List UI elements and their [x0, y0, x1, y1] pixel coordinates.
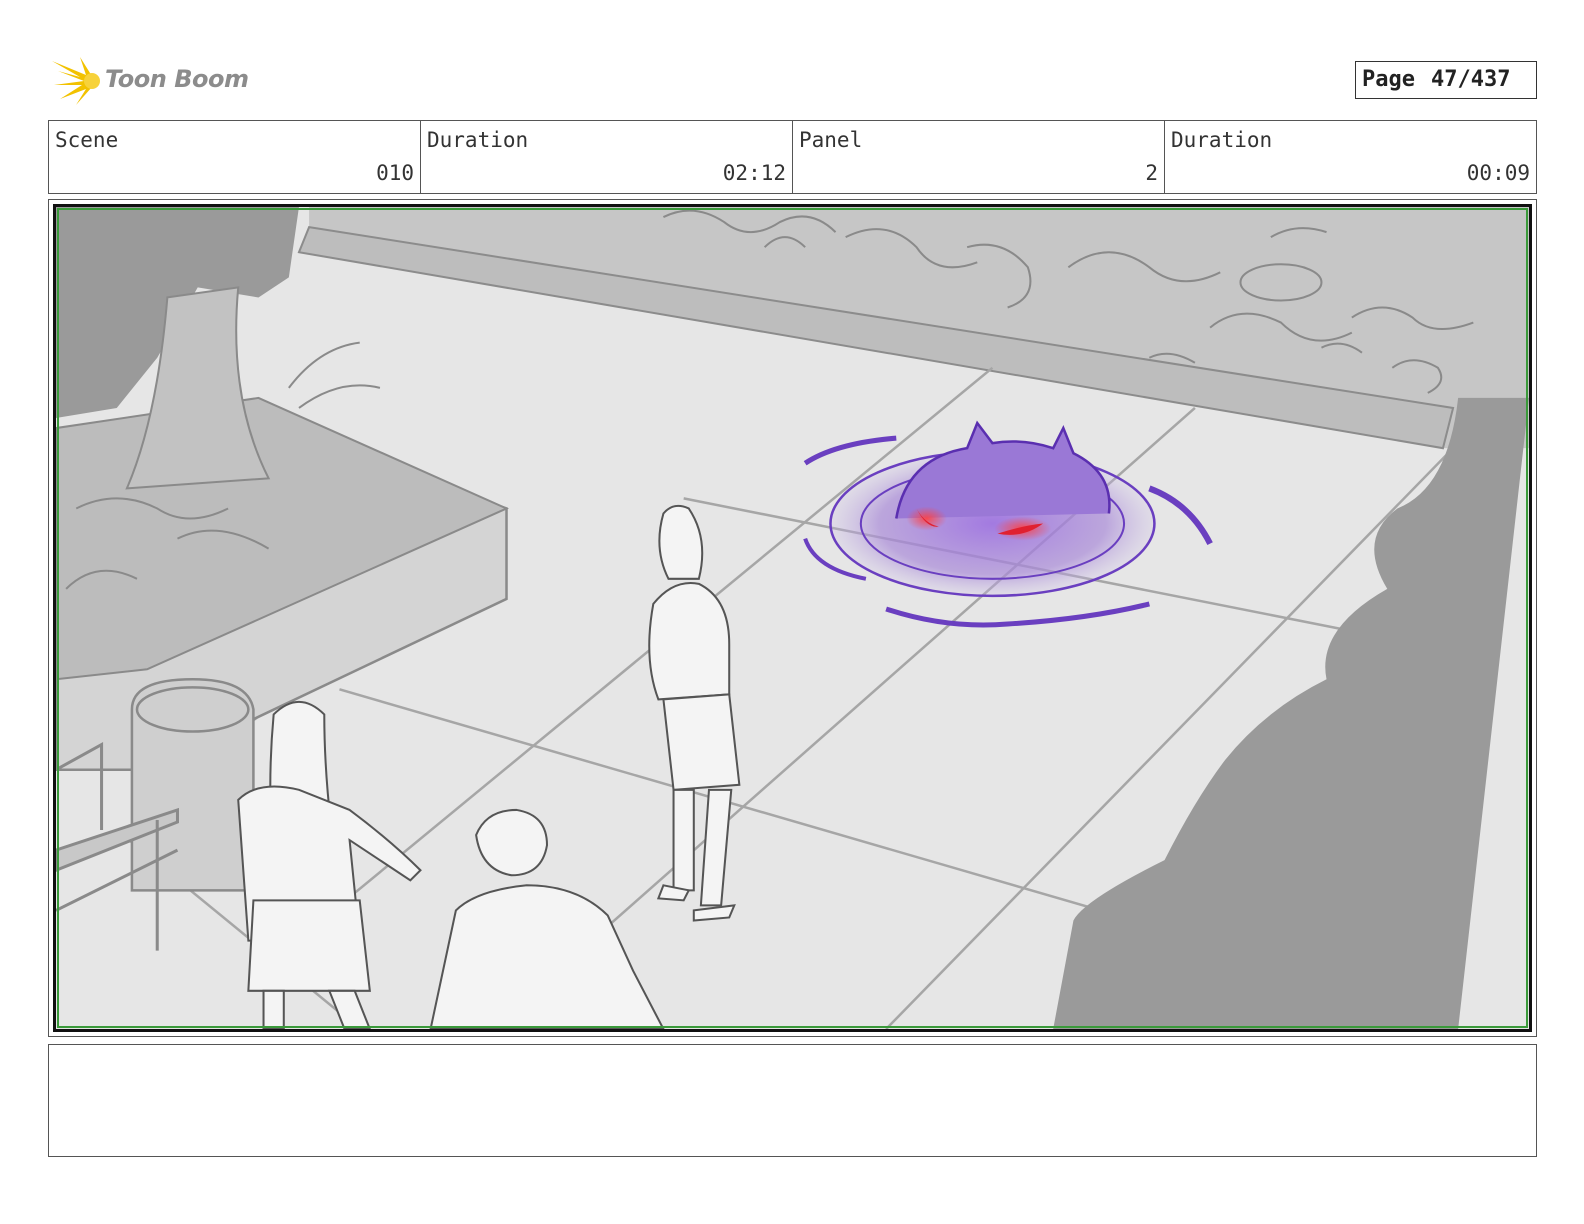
- scene-duration-label: Duration: [427, 128, 529, 152]
- brand-name: Toon Boom: [105, 65, 249, 93]
- page-label: Page: [1362, 67, 1415, 92]
- trash-can: [130, 678, 255, 892]
- page-indicator: Page 47/437: [1355, 61, 1537, 99]
- storyboard-panel-image: [53, 204, 1532, 1032]
- panel-duration-label: Duration: [1171, 128, 1273, 152]
- panel-cell: Panel 2: [793, 121, 1165, 193]
- toon-boom-logo: Toon Boom: [50, 55, 250, 107]
- left-eye: [906, 506, 947, 531]
- panel-notes-box: [48, 1044, 1537, 1157]
- scene-duration-cell: Duration 02:12: [421, 121, 793, 193]
- page-number: 47/437: [1430, 67, 1511, 92]
- panel-duration-value: 00:09: [1466, 161, 1530, 185]
- storyboard-panel-frame: [48, 199, 1537, 1037]
- starburst-icon: [52, 57, 100, 105]
- scene-label: Scene: [55, 128, 119, 152]
- scene-duration-value: 02:12: [722, 161, 786, 185]
- panel-duration-cell: Duration 00:09: [1165, 121, 1536, 193]
- panel-sketch: [56, 207, 1529, 1029]
- panel-value: 2: [1145, 161, 1158, 185]
- scene-cell: Scene 010: [49, 121, 421, 193]
- panel-info-row: Scene 010 Duration 02:12 Panel 2 Duratio…: [48, 120, 1537, 194]
- panel-label: Panel: [799, 128, 863, 152]
- scene-value: 010: [376, 161, 414, 185]
